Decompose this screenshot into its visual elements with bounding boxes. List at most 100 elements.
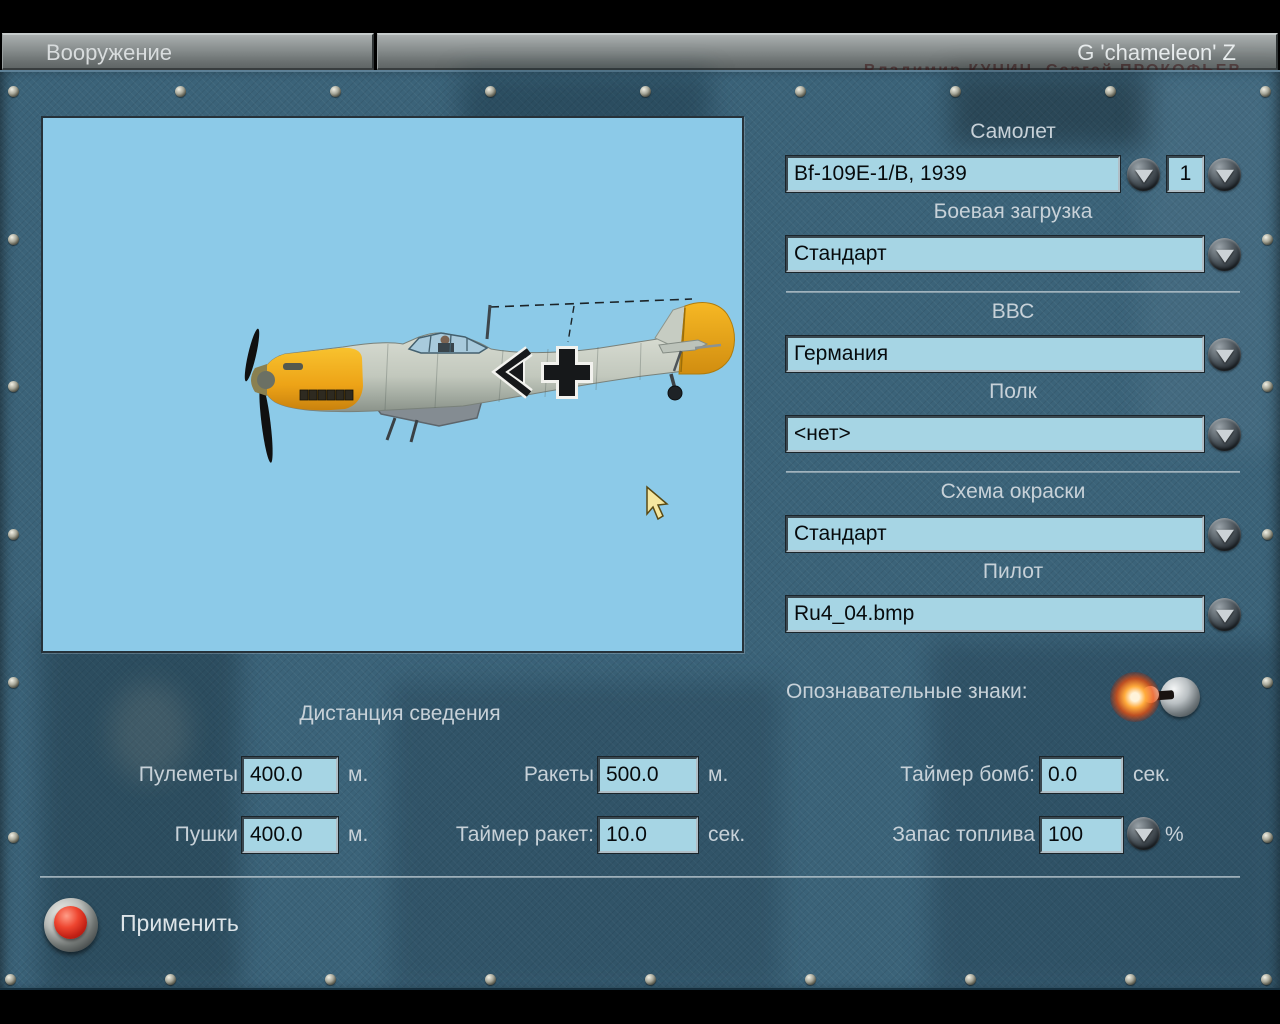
pilot-skin-select[interactable]: Ru4_04.bmp	[786, 596, 1204, 632]
machineguns-field[interactable]: 400.0	[242, 757, 338, 793]
screw-icon	[1262, 529, 1273, 540]
skin-select-value: Стандарт	[794, 522, 887, 545]
mouse-cursor-icon	[646, 485, 669, 521]
convergence-title: Дистанция сведения	[299, 702, 501, 725]
section-divider	[786, 471, 1240, 473]
rocket-timer-value: 10.0	[606, 823, 647, 846]
section-divider	[786, 291, 1240, 293]
markings-label: Опознавательные знаки:	[786, 680, 1028, 703]
skin-select[interactable]: Стандарт	[786, 516, 1204, 552]
screw-icon	[330, 86, 341, 97]
skin-section-label: Схема окраски	[940, 480, 1086, 503]
footer-divider	[40, 876, 1240, 878]
bomb-timer-unit: сек.	[1133, 763, 1171, 786]
machineguns-unit: м.	[348, 763, 369, 786]
arrow-down-icon	[1134, 169, 1153, 183]
fuel-unit: %	[1165, 823, 1184, 846]
airforce-section-label: ВВС	[991, 300, 1035, 323]
screw-icon	[1260, 86, 1271, 97]
rockets-value: 500.0	[606, 763, 659, 786]
arrow-down-icon	[1215, 249, 1234, 263]
aircraft-select[interactable]: Bf-109E-1/B, 1939	[786, 156, 1120, 192]
bottom-black-strip	[0, 990, 1280, 1024]
screw-icon	[965, 974, 976, 985]
screw-icon	[165, 974, 176, 985]
aircraft-preview[interactable]	[41, 116, 744, 653]
pilot-dropdown-button[interactable]	[1208, 598, 1241, 631]
regiment-dropdown-button[interactable]	[1208, 418, 1241, 451]
screw-icon	[485, 86, 496, 97]
rocket-timer-field[interactable]: 10.0	[598, 817, 698, 853]
screw-icon	[325, 974, 336, 985]
arrow-down-icon	[1215, 529, 1234, 543]
fuel-value: 100	[1048, 823, 1084, 846]
cannons-unit: м.	[348, 823, 369, 846]
loadout-dropdown-button[interactable]	[1208, 238, 1241, 271]
screw-icon	[8, 234, 19, 245]
rockets-label: Ракеты	[523, 763, 594, 786]
screw-icon	[1262, 677, 1273, 688]
screw-icon	[795, 86, 806, 97]
airforce-dropdown-button[interactable]	[1208, 338, 1241, 371]
bomb-timer-label: Таймер бомб:	[900, 763, 1035, 786]
apply-button-red-cap-icon	[54, 906, 87, 939]
pilot-skin-select-value: Ru4_04.bmp	[794, 602, 915, 625]
loadout-section-label: Боевая загрузка	[933, 200, 1093, 223]
screw-icon	[1262, 832, 1273, 843]
tab-armament[interactable]: Вооружение	[2, 33, 374, 70]
airforce-select-value: Германия	[794, 342, 889, 365]
screw-icon	[8, 529, 19, 540]
fuel-label: Запас топлива	[892, 823, 1035, 846]
airforce-select[interactable]: Германия	[786, 336, 1204, 372]
fuel-dropdown-button[interactable]	[1127, 817, 1160, 850]
screw-icon	[1262, 381, 1273, 392]
aircraft-count-field[interactable]: 1	[1167, 156, 1204, 192]
bomb-timer-field[interactable]: 0.0	[1040, 757, 1123, 793]
rockets-unit: м.	[708, 763, 729, 786]
aircraft-section-label: Самолет	[970, 120, 1056, 143]
aircraft-select-value: Bf-109E-1/B, 1939	[794, 162, 967, 185]
rockets-field[interactable]: 500.0	[598, 757, 698, 793]
screw-icon	[1261, 974, 1272, 985]
main-panel: Самолет Bf-109E-1/B, 1939 1 Боевая загру…	[0, 70, 1280, 992]
screw-icon	[8, 677, 19, 688]
screw-icon	[645, 974, 656, 985]
tab-armament-label: Вооружение	[46, 40, 173, 65]
screw-icon	[805, 974, 816, 985]
aircraft-count-value: 1	[1179, 162, 1192, 185]
arrow-down-icon	[1215, 609, 1234, 623]
arrow-down-icon	[1215, 169, 1234, 183]
loadout-select-value: Стандарт	[794, 242, 887, 265]
cannons-value: 400.0	[250, 823, 303, 846]
screw-icon	[5, 974, 16, 985]
screw-icon	[485, 974, 496, 985]
screw-icon	[8, 86, 19, 97]
machineguns-value: 400.0	[250, 763, 303, 786]
rocket-timer-unit: сек.	[708, 823, 746, 846]
screw-icon	[1262, 234, 1273, 245]
aircraft-count-dropdown-button[interactable]	[1208, 158, 1241, 191]
cannons-label: Пушки	[174, 823, 238, 846]
fuel-field[interactable]: 100	[1040, 817, 1123, 853]
markings-toggle-knob	[1142, 686, 1159, 703]
skin-dropdown-button[interactable]	[1208, 518, 1241, 551]
loadout-select[interactable]: Стандарт	[786, 236, 1204, 272]
cannons-field[interactable]: 400.0	[242, 817, 338, 853]
apply-label: Применить	[120, 910, 239, 936]
rocket-timer-label: Таймер ракет:	[455, 823, 594, 846]
armament-screen: Вооружение G 'chameleon' Z Владимир КУНИ…	[0, 0, 1280, 1024]
arrow-down-icon	[1215, 349, 1234, 363]
screw-icon	[175, 86, 186, 97]
screw-icon	[8, 381, 19, 392]
apply-button[interactable]	[44, 898, 98, 952]
screw-icon	[1125, 974, 1136, 985]
aircraft-render	[244, 298, 735, 521]
aircraft-dropdown-button[interactable]	[1127, 158, 1160, 191]
screw-icon	[950, 86, 961, 97]
regiment-section-label: Полк	[989, 380, 1037, 403]
pilot-section-label: Пилот	[982, 560, 1044, 583]
screw-icon	[640, 86, 651, 97]
regiment-select[interactable]: <нет>	[786, 416, 1204, 452]
arrow-down-icon	[1134, 828, 1153, 842]
screw-icon	[1105, 86, 1116, 97]
